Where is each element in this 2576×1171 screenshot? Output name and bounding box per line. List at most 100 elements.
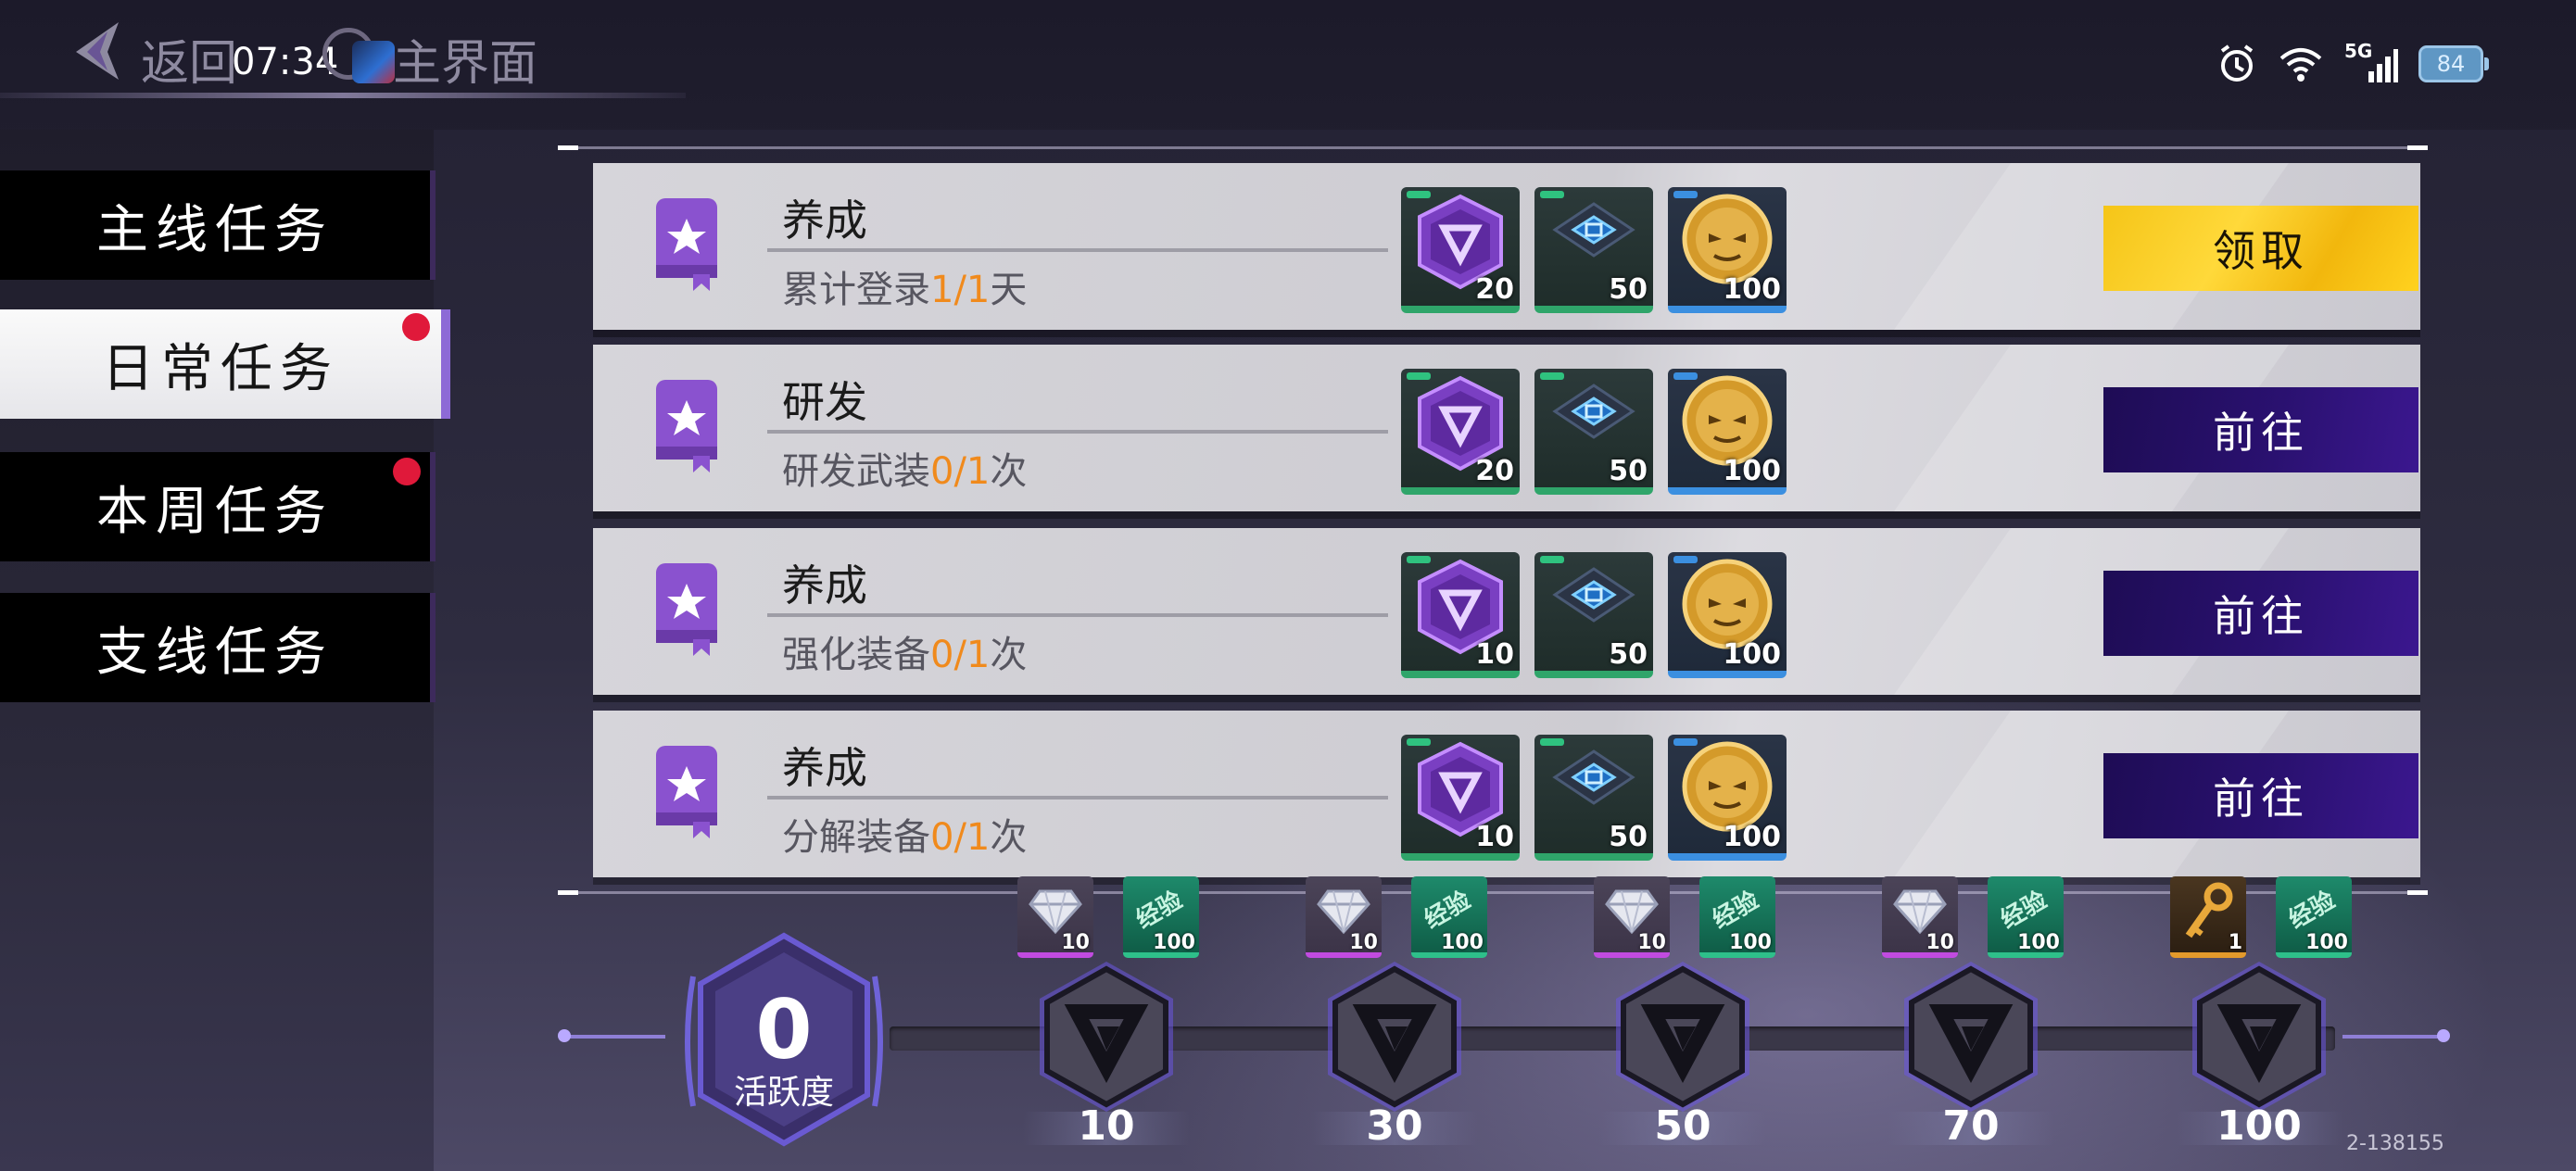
task-desc-text: 研发武装	[782, 450, 930, 493]
task-desc-unit: 天	[990, 269, 1028, 311]
task-progress: 1/1	[930, 269, 991, 311]
reward-item[interactable]: 10	[1401, 735, 1520, 861]
track-end-right	[2342, 1029, 2450, 1042]
exp-reward[interactable]: 经验 100	[1123, 876, 1199, 958]
top-bar-divider	[0, 93, 686, 98]
task-desc-text: 累计登录	[782, 269, 930, 311]
reward-tag	[1540, 372, 1564, 380]
milestone-chest-icon[interactable]	[1032, 958, 1181, 1115]
back-button[interactable]: 返回	[141, 24, 237, 94]
exp-reward[interactable]: 经验 100	[1699, 876, 1775, 958]
status-icons: 5G 84	[2216, 40, 2489, 87]
key-reward[interactable]: 1	[2170, 876, 2246, 958]
reward-quantity: 100	[1723, 821, 1781, 853]
version-label: 2-138155	[2346, 1132, 2444, 1155]
task-progress: 0/1	[930, 816, 991, 859]
reward-item[interactable]: 10	[1401, 552, 1520, 678]
task-divider	[767, 248, 1388, 252]
task-description: 研发武装0/1次	[782, 441, 1027, 495]
reward-item[interactable]: 100	[1668, 187, 1787, 313]
task-title: 养成	[782, 743, 867, 793]
reward-quantity: 50	[1609, 273, 1648, 306]
task-row: 养成 累计登录1/1天 20 50 100 领取	[593, 163, 2420, 330]
notification-dot	[393, 458, 421, 485]
task-description: 分解装备0/1次	[782, 807, 1027, 861]
tab-weekly-quest[interactable]: 本周任务	[0, 452, 436, 561]
task-title: 研发	[782, 377, 867, 427]
diamond-icon	[1317, 889, 1370, 935]
task-title: 养成	[782, 560, 867, 611]
border-cap	[2407, 890, 2428, 895]
task-desc-unit: 次	[990, 634, 1028, 676]
exp-label: 经验	[1131, 886, 1188, 935]
battery-indicator: 84	[2418, 45, 2489, 82]
reward-item[interactable]: 100	[1668, 369, 1787, 495]
task-row: 研发研发武装0/1次 20 50 100 前往	[593, 345, 2420, 511]
reward-item[interactable]: 100	[1668, 735, 1787, 861]
go-button[interactable]: 前往	[2103, 753, 2418, 838]
reward-item[interactable]: 50	[1534, 552, 1653, 678]
milestone-value: 10	[1078, 1102, 1135, 1150]
tab-side-quest[interactable]: 支线任务	[0, 593, 436, 702]
diamond-icon	[1893, 889, 1947, 935]
task-rewards: 20 50 100	[1401, 369, 1787, 495]
go-button[interactable]: 前往	[2103, 387, 2418, 472]
task-desc-unit: 次	[990, 450, 1028, 493]
reward-quantity: 100	[1729, 931, 1772, 954]
reward-quantity: 50	[1609, 821, 1648, 853]
diamond-reward[interactable]: 10	[1017, 876, 1093, 958]
exp-label: 经验	[2284, 886, 2341, 935]
cellular-signal-icon: 5G	[2344, 40, 2398, 84]
back-arrow-icon[interactable]	[70, 19, 126, 83]
task-rewards: 10 50 100	[1401, 552, 1787, 678]
notification-dot	[402, 313, 430, 341]
task-divider	[767, 613, 1388, 617]
reward-tag	[1407, 191, 1431, 198]
reward-quantity: 10	[1475, 821, 1514, 853]
reward-quantity: 100	[2017, 931, 2060, 954]
reward-quantity: 10	[1061, 931, 1090, 954]
reward-item[interactable]: 50	[1534, 735, 1653, 861]
milestone-value: 70	[1942, 1102, 2000, 1150]
reward-quantity: 100	[1153, 931, 1195, 954]
diamond-reward[interactable]: 10	[1594, 876, 1670, 958]
reward-quantity: 100	[1723, 638, 1781, 671]
tab-label: 日常任务	[102, 338, 339, 399]
exp-label: 经验	[1708, 886, 1764, 935]
diamond-reward[interactable]: 10	[1882, 876, 1958, 958]
top-bar: 返回 07:34 主界面 5G 84	[0, 0, 2576, 130]
task-description: 累计登录1/1天	[782, 259, 1027, 313]
tab-daily-quest[interactable]: 日常任务	[0, 309, 450, 419]
app-avatar-icon	[352, 41, 395, 83]
milestone-chest-icon[interactable]	[1897, 958, 2045, 1115]
exp-reward[interactable]: 经验 100	[1411, 876, 1487, 958]
reward-tag	[1407, 556, 1431, 563]
reward-item[interactable]: 50	[1534, 369, 1653, 495]
exp-reward[interactable]: 经验 100	[2276, 876, 2352, 958]
reward-item[interactable]: 20	[1401, 187, 1520, 313]
reward-item[interactable]: 100	[1668, 552, 1787, 678]
exp-reward[interactable]: 经验 100	[1988, 876, 2064, 958]
task-desc-unit: 次	[990, 816, 1028, 859]
milestone-chest-icon[interactable]	[2185, 958, 2333, 1115]
reward-quantity: 1	[2228, 931, 2242, 954]
task-book-icon	[656, 563, 717, 656]
tab-label: 本周任务	[96, 481, 334, 542]
reward-quantity: 100	[1723, 455, 1781, 487]
task-rewards: 20 50 100	[1401, 187, 1787, 313]
task-divider	[767, 430, 1388, 434]
diamond-icon	[1029, 889, 1082, 935]
tab-label: 支线任务	[96, 622, 334, 683]
home-button[interactable]: 主界面	[393, 24, 537, 94]
tab-main-quest[interactable]: 主线任务	[0, 170, 436, 280]
go-button[interactable]: 前往	[2103, 571, 2418, 656]
claim-button[interactable]: 领取	[2103, 206, 2418, 291]
reward-item[interactable]: 50	[1534, 187, 1653, 313]
milestone-chest-icon[interactable]	[1609, 958, 1757, 1115]
diamond-reward[interactable]: 10	[1306, 876, 1382, 958]
reward-tag	[1673, 372, 1698, 380]
task-row: 养成 强化装备0/1次 10 50 100 前往	[593, 528, 2420, 695]
track-end-left	[558, 1029, 665, 1042]
milestone-chest-icon[interactable]	[1320, 958, 1469, 1115]
reward-item[interactable]: 20	[1401, 369, 1520, 495]
